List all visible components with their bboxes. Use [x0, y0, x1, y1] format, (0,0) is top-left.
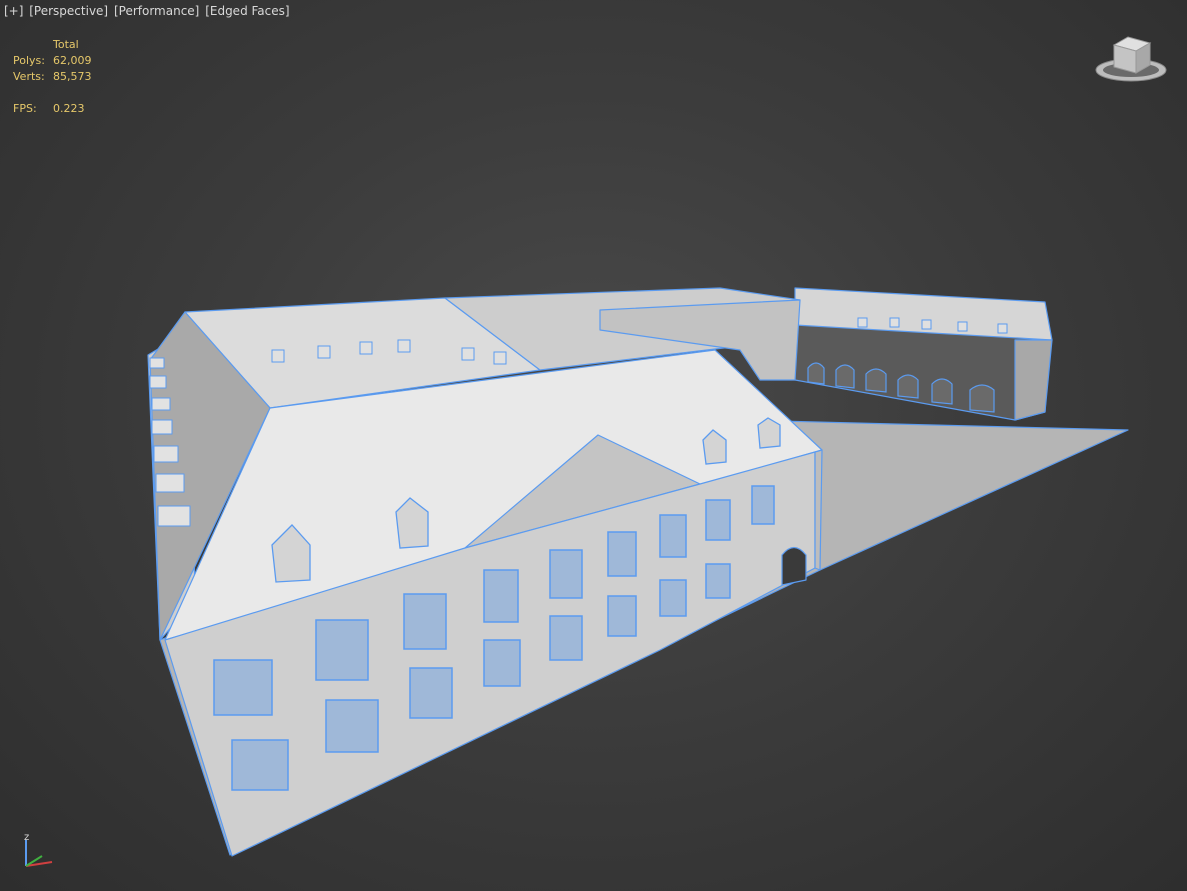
back-dormer	[461, 347, 475, 361]
viewcube[interactable]	[1094, 33, 1168, 89]
back-dormer	[317, 345, 331, 359]
back-dormer	[889, 317, 900, 328]
facade-window	[409, 667, 453, 719]
facade-window	[315, 619, 369, 681]
facade-window	[607, 531, 637, 577]
facade-window	[403, 593, 447, 650]
side-dormer	[157, 505, 191, 527]
back-arch	[865, 368, 887, 393]
archway	[781, 546, 807, 586]
side-dormer	[151, 419, 173, 435]
facade-window	[213, 659, 273, 716]
back-arch	[835, 364, 855, 389]
back-dormer	[921, 319, 932, 330]
back-arch	[807, 362, 825, 385]
facade-window	[231, 739, 289, 791]
side-dormer	[153, 445, 179, 463]
axis-tripod: z	[24, 832, 53, 867]
back-arch	[969, 384, 995, 413]
back-dormer	[857, 317, 868, 328]
facade-window	[607, 595, 637, 637]
facade-window	[549, 549, 583, 599]
back-arch	[897, 374, 919, 399]
back-dormer	[271, 349, 285, 363]
back-arch	[931, 378, 953, 405]
back-dormer	[997, 323, 1008, 334]
side-dormer	[149, 357, 165, 369]
back-dormer	[359, 341, 373, 355]
z-axis-label: z	[24, 832, 29, 843]
facade-window	[705, 499, 731, 541]
back-wing-end	[1014, 339, 1053, 421]
facade-window	[483, 639, 521, 687]
facade-window	[325, 699, 379, 753]
facade-window	[659, 514, 687, 558]
facade-window	[483, 569, 519, 623]
facade-window	[549, 615, 583, 661]
dormer	[757, 417, 781, 449]
side-dormer	[151, 397, 171, 411]
viewport-scene[interactable]	[0, 0, 1187, 891]
back-dormer	[493, 351, 507, 365]
side-dormer	[155, 473, 185, 493]
side-dormer	[149, 375, 167, 389]
facade-window	[705, 563, 731, 599]
back-dormer	[957, 321, 968, 332]
back-dormer	[397, 339, 411, 353]
facade-window	[659, 579, 687, 617]
facade-window	[751, 485, 775, 525]
